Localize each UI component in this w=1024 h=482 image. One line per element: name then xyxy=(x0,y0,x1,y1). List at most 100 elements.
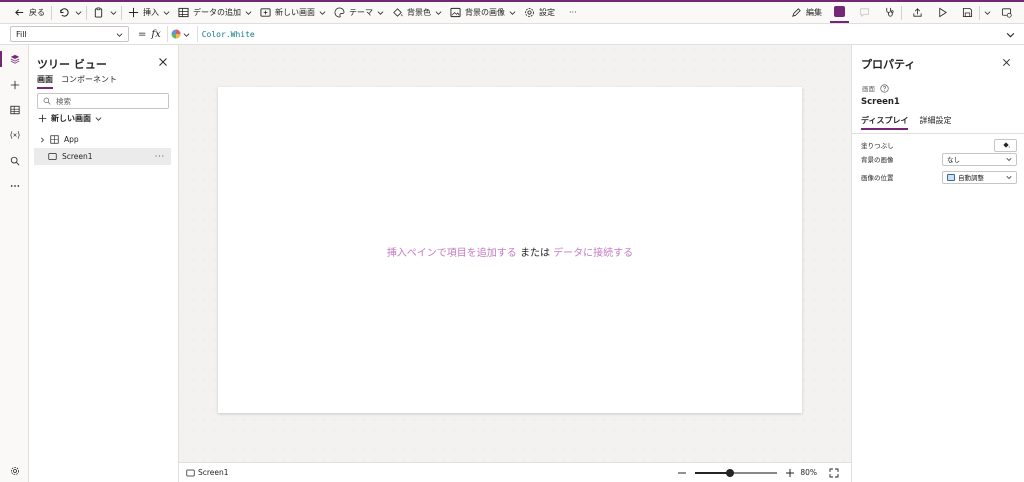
back-button[interactable]: 戻る xyxy=(10,3,49,23)
variables-icon xyxy=(9,131,20,139)
property-select[interactable]: Fill xyxy=(10,26,129,42)
tree-view-button[interactable] xyxy=(0,50,29,68)
zoom-slider[interactable] xyxy=(695,468,778,477)
tree-item-app[interactable]: App xyxy=(34,131,171,148)
insert-label: 挿入 xyxy=(143,8,159,17)
more-options-button[interactable]: ··· xyxy=(155,152,165,161)
background-image-button[interactable]: 背景の画像 xyxy=(446,3,520,23)
tree-view-title: ツリー ビュー xyxy=(37,58,107,71)
expand-formula-button[interactable] xyxy=(1002,30,1018,39)
chevron-down-icon xyxy=(75,11,82,15)
zoom-level: 80% xyxy=(800,468,817,477)
close-icon[interactable] xyxy=(158,57,168,67)
add-data-label: データの追加 xyxy=(193,8,241,17)
paste-dropdown[interactable] xyxy=(108,3,119,23)
health-button[interactable] xyxy=(880,3,899,23)
app-settings-button[interactable] xyxy=(0,462,29,480)
close-icon[interactable] xyxy=(1002,58,1011,67)
background-color-button[interactable]: 背景色 xyxy=(388,3,446,23)
connect-data-link[interactable]: データに接続する xyxy=(553,248,633,259)
command-bar: 戻る 挿入 データの追加 新しい画面 テーマ 背景色 背景の画像 設定 ··· … xyxy=(0,0,1024,24)
data-pane-button[interactable] xyxy=(0,101,29,119)
save-icon xyxy=(962,7,973,18)
save-dropdown[interactable] xyxy=(982,3,993,23)
settings-button[interactable]: 設定 xyxy=(520,3,559,23)
screen-canvas[interactable]: 挿入ペインで項目を追加する または データに接続する xyxy=(218,87,802,413)
new-screen-icon xyxy=(260,8,271,17)
publish-button[interactable] xyxy=(997,3,1016,23)
control-name: Screen1 xyxy=(861,97,900,107)
more-icon xyxy=(10,185,19,187)
chevron-down-icon xyxy=(1006,32,1014,38)
edit-button[interactable]: 編集 xyxy=(787,3,826,23)
chevron-down-icon xyxy=(1006,175,1012,180)
insert-pane-button[interactable] xyxy=(0,76,29,94)
comment-icon xyxy=(859,8,870,18)
fill-color-button[interactable] xyxy=(994,138,1017,152)
table-icon xyxy=(178,7,189,18)
fx-icon[interactable]: fx xyxy=(151,29,160,40)
search-icon xyxy=(10,156,19,166)
control-type: 画面 xyxy=(862,83,889,93)
share-icon xyxy=(913,8,922,17)
more-panes-button[interactable] xyxy=(0,177,29,195)
app-checker-button[interactable] xyxy=(830,3,849,23)
zoom-slider-thumb[interactable] xyxy=(725,468,734,477)
divider xyxy=(51,5,52,20)
paste-button[interactable] xyxy=(89,3,108,23)
search-placeholder: 検索 xyxy=(56,96,71,106)
image-position-select[interactable]: 自動調整 xyxy=(942,170,1017,184)
save-button[interactable] xyxy=(958,3,977,23)
fill-property: 塗りつぶし xyxy=(861,138,1017,152)
chevron-down-icon xyxy=(377,11,384,15)
share-button[interactable] xyxy=(908,3,927,23)
help-icon[interactable] xyxy=(880,83,889,93)
image-icon xyxy=(450,7,461,18)
color-wheel-icon xyxy=(171,29,181,39)
new-screen-button[interactable]: 新しい画面 xyxy=(256,3,330,23)
undo-icon xyxy=(60,8,69,17)
zoom-out-icon[interactable] xyxy=(677,468,687,478)
zoom-in-icon[interactable] xyxy=(785,468,795,478)
settings-label: 設定 xyxy=(539,8,555,17)
plus-icon xyxy=(128,7,139,18)
tree-item-label: Screen1 xyxy=(62,152,93,161)
paint-bucket-icon xyxy=(393,8,403,17)
undo-button[interactable] xyxy=(54,3,73,23)
status-bar: Screen1 80% xyxy=(179,462,851,482)
tab-components[interactable]: コンポーネント xyxy=(61,74,117,89)
preview-button[interactable] xyxy=(933,3,952,23)
theme-button[interactable]: テーマ xyxy=(330,3,388,23)
formula-input[interactable]: Color.White xyxy=(196,26,1002,42)
tab-display[interactable]: ディスプレイ xyxy=(861,115,909,130)
variables-button[interactable] xyxy=(0,126,29,144)
current-screen-indicator[interactable]: Screen1 xyxy=(186,468,229,477)
properties-pane: プロパティ 画面 Screen1 ディスプレイ 詳細設定 塗りつぶし 背景の画像… xyxy=(851,45,1024,482)
stethoscope-icon xyxy=(886,7,894,17)
image-position-value: 自動調整 xyxy=(958,174,984,182)
tree-item-screen1[interactable]: Screen1 ··· xyxy=(34,148,171,165)
tree-search-input[interactable]: 検索 xyxy=(37,93,169,109)
undo-dropdown[interactable] xyxy=(73,3,84,23)
tab-advanced[interactable]: 詳細設定 xyxy=(919,115,951,130)
properties-tabs: ディスプレイ 詳細設定 xyxy=(861,115,951,130)
play-icon xyxy=(939,7,947,18)
background-image-select[interactable]: なし xyxy=(942,152,1017,166)
tab-screens[interactable]: 画面 xyxy=(37,74,53,89)
back-label: 戻る xyxy=(29,8,45,17)
add-data-button[interactable]: データの追加 xyxy=(174,3,256,23)
new-screen-button[interactable]: 新しい画面 xyxy=(38,113,102,124)
properties-title: プロパティ xyxy=(861,58,916,71)
color-picker-button[interactable] xyxy=(166,26,193,42)
more-label: ··· xyxy=(569,8,577,17)
divider xyxy=(901,5,902,20)
chevron-down-icon xyxy=(95,117,102,121)
insert-button[interactable]: 挿入 xyxy=(124,3,174,23)
tree-view-pane: ツリー ビュー 画面 コンポーネント 検索 新しい画面 App Screen1 … xyxy=(29,45,179,482)
comments-button[interactable] xyxy=(855,3,874,23)
chevron-down-icon xyxy=(1006,157,1012,162)
fit-to-window-icon[interactable] xyxy=(829,468,839,478)
insert-pane-link[interactable]: 挿入ペインで項目を追加する xyxy=(387,248,517,259)
more-commands-button[interactable]: ··· xyxy=(565,3,581,23)
search-pane-button[interactable] xyxy=(0,152,29,170)
